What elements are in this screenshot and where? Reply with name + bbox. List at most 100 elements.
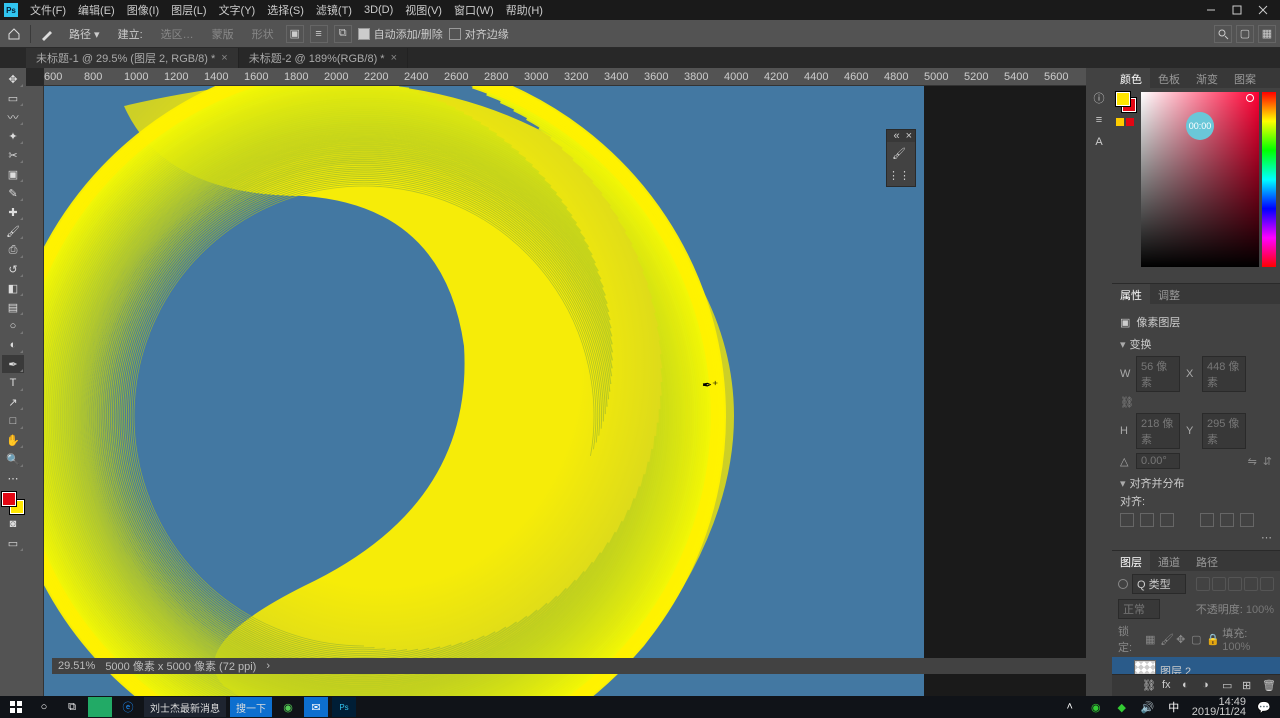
- ruler-vertical[interactable]: [26, 86, 44, 696]
- opacity-value[interactable]: 100%: [1246, 604, 1274, 616]
- eraser-tool-icon[interactable]: ◧: [2, 279, 24, 297]
- menu-type[interactable]: 文字(Y): [213, 2, 262, 18]
- lock-position-icon[interactable]: ✥: [1176, 633, 1187, 645]
- align-section[interactable]: 对齐并分布: [1130, 478, 1185, 490]
- lock-pixels-icon[interactable]: 🖌: [1160, 633, 1172, 645]
- brush-panel-icon[interactable]: ⋮⋮: [887, 164, 911, 186]
- frame-icon[interactable]: ▢: [1236, 25, 1254, 43]
- panel-tab-channels[interactable]: 通道: [1150, 551, 1188, 571]
- path-select-icon[interactable]: ↗: [2, 393, 24, 411]
- more-options-icon[interactable]: ⋯: [1120, 531, 1272, 544]
- field-y[interactable]: 295 像素: [1202, 413, 1246, 449]
- workspace-icon[interactable]: ▦: [1258, 25, 1276, 43]
- layer-filter-dd[interactable]: Q 类型: [1132, 574, 1186, 594]
- crop-tool-icon[interactable]: ✂: [2, 146, 24, 164]
- doc-tab-2[interactable]: 未标题-2 @ 189%(RGB/8) *×: [239, 48, 408, 68]
- fx-icon[interactable]: fx: [1162, 679, 1176, 693]
- align-left-icon[interactable]: [1120, 513, 1134, 527]
- taskbar-clock[interactable]: 14:492019/11/24: [1188, 697, 1250, 717]
- menu-file[interactable]: 文件(F): [24, 2, 72, 18]
- panel-tab-adjust[interactable]: 调整: [1150, 284, 1188, 304]
- menu-help[interactable]: 帮助(H): [500, 2, 549, 18]
- blur-tool-icon[interactable]: ○: [2, 317, 24, 335]
- panel-tab-layers[interactable]: 图层: [1112, 551, 1150, 571]
- path-bool-icon[interactable]: ▣: [286, 25, 304, 43]
- lock-all-icon[interactable]: 🔒: [1206, 633, 1218, 645]
- tray-audio-icon[interactable]: 🔊: [1136, 697, 1160, 717]
- adjustment-icon[interactable]: ◑: [1202, 679, 1216, 693]
- shape-tool-icon[interactable]: □: [2, 412, 24, 430]
- paragraph-panel-icon[interactable]: ≡: [1089, 110, 1109, 130]
- websafe-icon[interactable]: [1126, 118, 1134, 126]
- lasso-tool-icon[interactable]: 〰: [2, 108, 24, 126]
- menu-view[interactable]: 视图(V): [399, 2, 448, 18]
- group-icon[interactable]: ▭: [1222, 679, 1236, 693]
- close-icon[interactable]: ×: [906, 130, 912, 142]
- panel-tab-gradients[interactable]: 渐变: [1188, 68, 1226, 88]
- tray-antivirus-icon[interactable]: ◆: [1110, 697, 1134, 717]
- browser-icon[interactable]: ◉: [276, 697, 300, 717]
- opt-mask[interactable]: 蒙版: [206, 26, 240, 42]
- gradient-tool-icon[interactable]: ▤: [2, 298, 24, 316]
- align-hcenter-icon[interactable]: [1140, 513, 1154, 527]
- chevron-right-icon[interactable]: ›: [266, 660, 270, 672]
- panel-tab-swatches[interactable]: 色板: [1150, 68, 1188, 88]
- visibility-icon[interactable]: [1116, 664, 1130, 675]
- character-panel-icon[interactable]: A: [1089, 132, 1109, 152]
- hue-slider[interactable]: [1262, 92, 1276, 267]
- path-arrange-icon[interactable]: ⧉: [334, 25, 352, 43]
- menu-window[interactable]: 窗口(W): [448, 2, 500, 18]
- stamp-tool-icon[interactable]: ⎙: [2, 241, 24, 259]
- mail-icon[interactable]: ✉: [304, 697, 328, 717]
- ps-task-icon[interactable]: Ps: [332, 697, 356, 717]
- doc-tab-1[interactable]: 未标题-1 @ 29.5% (图层 2, RGB/8) *×: [26, 48, 239, 68]
- opt-path[interactable]: 路径 ▾: [63, 26, 106, 42]
- pen-tool-icon[interactable]: [37, 24, 57, 44]
- close-icon[interactable]: ×: [221, 52, 227, 64]
- lock-artboard-icon[interactable]: ▢: [1191, 633, 1202, 645]
- layer-thumb[interactable]: [1134, 660, 1156, 675]
- edit-toolbar-icon[interactable]: ⋯: [2, 469, 24, 487]
- filter-type-icon[interactable]: [1228, 577, 1242, 591]
- filter-smart-icon[interactable]: [1260, 577, 1274, 591]
- hand-tool-icon[interactable]: ✋: [2, 431, 24, 449]
- field-w[interactable]: 56 像素: [1136, 356, 1180, 392]
- layer-row[interactable]: 图层 2: [1112, 657, 1280, 674]
- taskview-icon[interactable]: ⧉: [60, 697, 84, 717]
- chevron-down-icon[interactable]: ▾: [1120, 478, 1126, 490]
- quickmask-icon[interactable]: ◙: [2, 515, 24, 533]
- floating-panel[interactable]: «× 🖌 ⋮⋮: [886, 129, 916, 187]
- type-tool-icon[interactable]: T: [2, 374, 24, 392]
- panel-tab-paths[interactable]: 路径: [1188, 551, 1226, 571]
- cb-autoadd[interactable]: [358, 28, 370, 40]
- close-icon[interactable]: ×: [391, 52, 397, 64]
- align-vcenter-icon[interactable]: [1220, 513, 1234, 527]
- screenmode-icon[interactable]: ▭: [2, 534, 24, 552]
- link-wh-icon[interactable]: ⛓: [1120, 396, 1134, 409]
- transform-section[interactable]: 变换: [1130, 339, 1152, 351]
- link-layers-icon[interactable]: ⛓: [1142, 679, 1156, 693]
- healing-tool-icon[interactable]: ✚: [2, 203, 24, 221]
- chevron-down-icon[interactable]: ▾: [1120, 339, 1126, 351]
- panel-color-swatches[interactable]: [1116, 92, 1136, 112]
- color-field[interactable]: 00:00: [1141, 92, 1259, 267]
- flip-v-icon[interactable]: ⇵: [1263, 455, 1272, 468]
- win-max[interactable]: [1224, 1, 1250, 19]
- mask-icon[interactable]: ◐: [1182, 679, 1196, 693]
- opt-selection[interactable]: 选区…: [155, 26, 200, 42]
- pen-tool-icon[interactable]: ✒: [2, 355, 24, 373]
- search-icon[interactable]: [1118, 579, 1128, 589]
- field-x[interactable]: 448 像素: [1202, 356, 1246, 392]
- app-icon[interactable]: [88, 697, 112, 717]
- filter-shape-icon[interactable]: [1244, 577, 1258, 591]
- tray-ime-icon[interactable]: 中: [1162, 697, 1186, 717]
- tray-chevron-icon[interactable]: ˄: [1058, 697, 1082, 717]
- fill-value[interactable]: 100%: [1222, 641, 1250, 653]
- field-angle[interactable]: 0.00°: [1136, 453, 1180, 469]
- taskbar-search[interactable]: 搜一下: [230, 697, 272, 717]
- status-zoom[interactable]: 29.51%: [58, 660, 95, 672]
- info-panel-icon[interactable]: ⓘ: [1089, 88, 1109, 108]
- brush-tool-icon[interactable]: 🖌: [2, 222, 24, 240]
- path-align-icon[interactable]: ≡: [310, 25, 328, 43]
- menu-select[interactable]: 选择(S): [261, 2, 310, 18]
